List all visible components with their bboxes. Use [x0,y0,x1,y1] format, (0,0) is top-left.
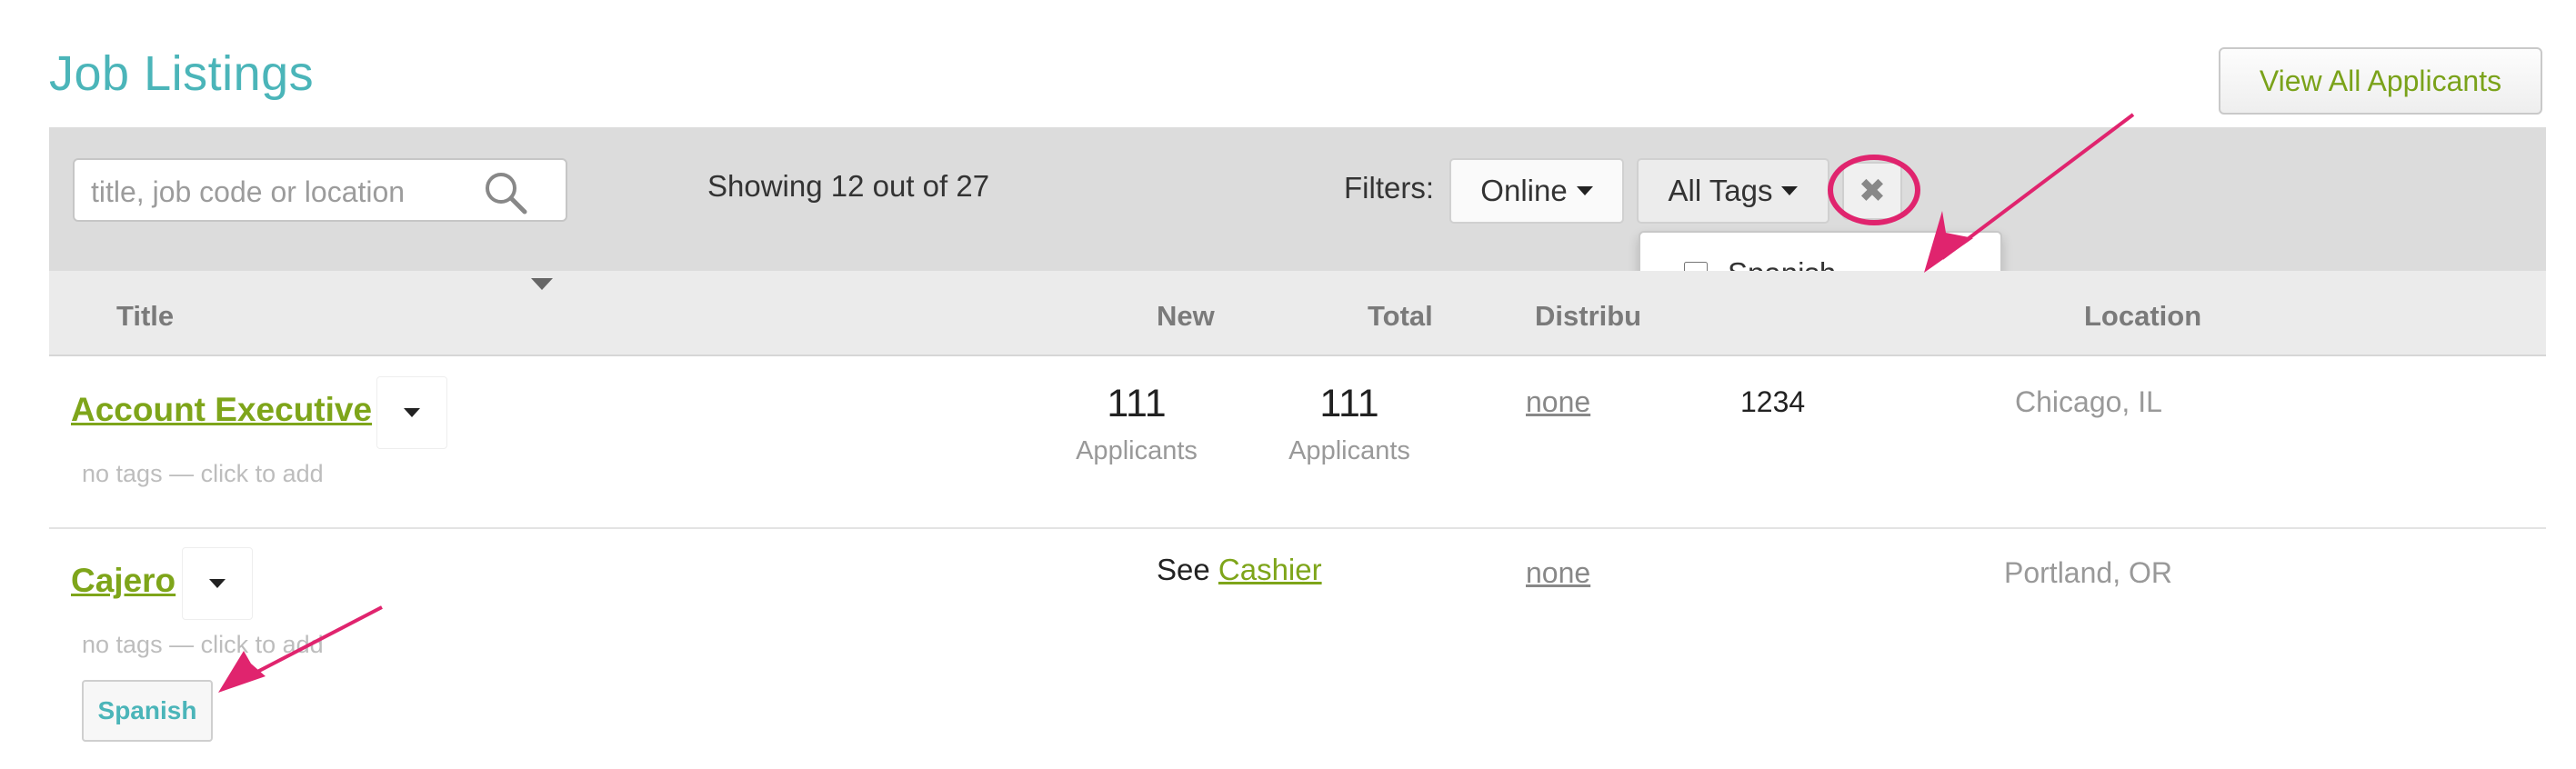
annotation-arrow-chip [218,605,383,693]
